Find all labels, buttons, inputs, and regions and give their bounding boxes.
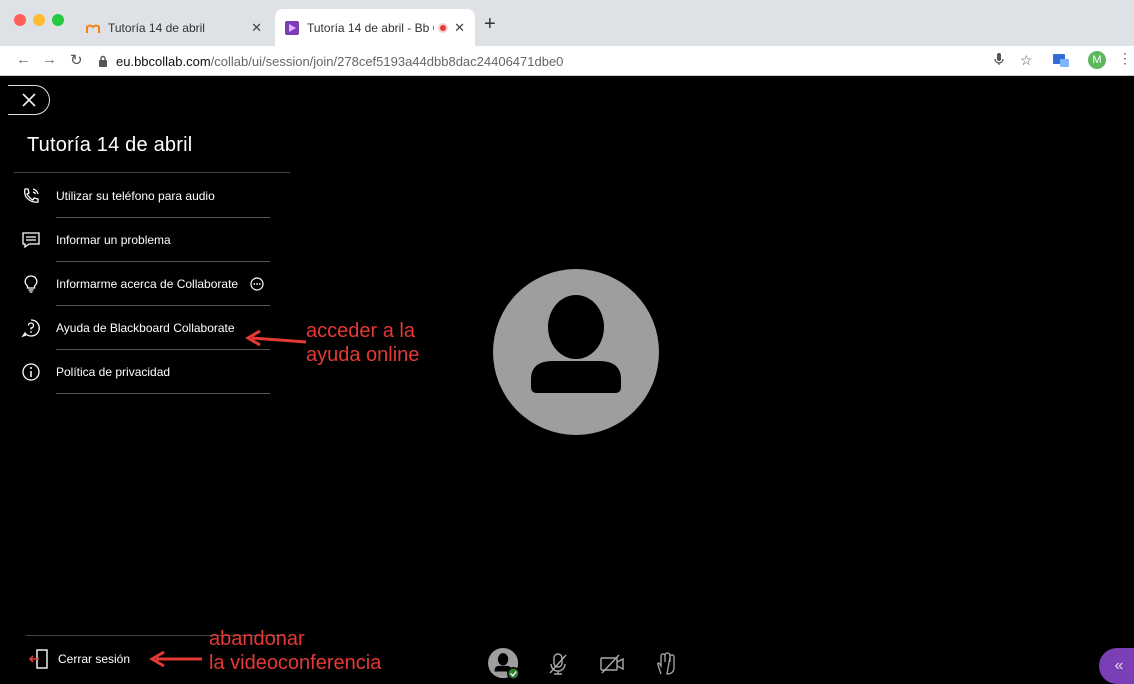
info-icon — [20, 361, 42, 383]
divider — [14, 172, 290, 173]
menu-item-about-collaborate[interactable]: Informarme acerca de Collaborate — [20, 262, 280, 306]
user-status-icon — [488, 648, 520, 680]
menu-item-label: Utilizar su teléfono para audio — [56, 189, 215, 203]
annotation-line: la videoconferencia — [209, 652, 382, 674]
extension-icon[interactable] — [1052, 51, 1070, 72]
divider — [56, 393, 270, 394]
raise-hand-button[interactable] — [650, 648, 682, 680]
annotation-line: acceder a la — [306, 320, 415, 342]
profile-avatar[interactable]: M — [1088, 50, 1106, 69]
annotation-line: ayuda online — [306, 344, 420, 366]
menu-item-label: Informar un problema — [56, 233, 171, 247]
phone-icon — [20, 185, 42, 207]
help-icon — [20, 317, 42, 339]
close-panel-button[interactable] — [8, 85, 50, 115]
annotation-help: acceder a la ayuda online — [306, 319, 419, 367]
microphone-indicator-icon[interactable] — [994, 52, 1004, 69]
menu-item-privacy-policy[interactable]: Política de privacidad — [20, 350, 280, 394]
new-tab-button[interactable]: + — [484, 14, 496, 34]
microphone-off-icon — [549, 653, 567, 675]
tab-collaborate[interactable]: Tutoría 14 de abril - Bb Col ✕ — [275, 9, 475, 46]
collaborate-favicon-icon — [285, 20, 299, 35]
session-controls — [488, 648, 682, 680]
logout-button[interactable]: Cerrar sesión — [28, 648, 130, 670]
annotation-logout: abandonar la videoconferencia — [209, 627, 381, 675]
menu-item-label: Informarme acerca de Collaborate — [56, 277, 239, 291]
menu-item-label: Política de privacidad — [56, 365, 171, 379]
my-status-button[interactable] — [488, 648, 520, 680]
tab-close-icon[interactable]: ✕ — [251, 20, 262, 36]
lock-icon — [99, 55, 107, 67]
tab-label: Tutoría 14 de abril — [108, 20, 205, 35]
camera-off-icon — [600, 654, 624, 674]
reload-icon[interactable]: ↻ — [70, 51, 83, 69]
report-icon — [20, 229, 42, 251]
forward-arrow-icon[interactable]: → — [42, 51, 57, 68]
more-options-icon[interactable] — [250, 277, 264, 291]
annotation-arrow-icon — [245, 329, 307, 347]
lightbulb-icon — [20, 273, 42, 295]
back-arrow-icon[interactable]: ← — [16, 51, 31, 68]
open-collaborate-panel-button[interactable]: « — [1099, 648, 1134, 684]
menu-item-phone-audio[interactable]: Utilizar su teléfono para audio — [20, 174, 280, 218]
browser-tab-bar: Tutoría 14 de abril ✕ Tutoría 14 de abri… — [0, 0, 1134, 46]
session-title: Tutoría 14 de abril — [27, 134, 193, 156]
address-bar[interactable]: eu.bbcollab.com/collab/ui/session/join/2… — [98, 49, 978, 73]
participant-avatar — [493, 269, 659, 435]
microphone-toggle-button[interactable] — [542, 648, 574, 680]
menu-item-help[interactable]: Ayuda de Blackboard Collaborate — [20, 306, 280, 350]
raise-hand-icon — [657, 652, 675, 675]
window-maximize-button[interactable] — [52, 14, 64, 26]
moodle-favicon-icon — [86, 24, 100, 33]
bookmark-star-icon[interactable]: ☆ — [1020, 52, 1033, 69]
window-close-button[interactable] — [14, 14, 26, 26]
tab-close-icon[interactable]: ✕ — [454, 20, 465, 36]
browser-toolbar: ← → ↻ eu.bbcollab.com/collab/ui/session/… — [0, 46, 1134, 76]
collaborate-session: Tutoría 14 de abril Utilizar su teléfono… — [0, 76, 1134, 684]
exit-door-icon — [28, 649, 48, 669]
close-icon — [21, 93, 36, 107]
annotation-line: abandonar — [209, 628, 305, 650]
url-path: /collab/ui/session/join/278cef5193a44dbb… — [210, 53, 564, 69]
tab-tutoria[interactable]: Tutoría 14 de abril ✕ — [76, 9, 272, 46]
menu-item-label: Ayuda de Blackboard Collaborate — [56, 321, 235, 335]
user-silhouette-icon — [531, 295, 621, 393]
camera-toggle-button[interactable] — [596, 648, 628, 680]
menu-item-report-problem[interactable]: Informar un problema — [20, 218, 280, 262]
tab-label: Tutoría 14 de abril - Bb Col — [307, 20, 434, 35]
profile-initial: M — [1088, 51, 1106, 69]
session-menu: Utilizar su teléfono para audio Informar… — [20, 174, 280, 394]
recording-icon — [438, 22, 449, 33]
window-minimize-button[interactable] — [33, 14, 45, 26]
browser-menu-icon[interactable]: ⋮ — [1118, 50, 1132, 67]
logout-label: Cerrar sesión — [58, 652, 131, 666]
annotation-arrow-icon — [149, 650, 202, 668]
url-host: eu.bbcollab.com — [116, 53, 211, 69]
chevron-left-icon: « — [1114, 657, 1124, 674]
